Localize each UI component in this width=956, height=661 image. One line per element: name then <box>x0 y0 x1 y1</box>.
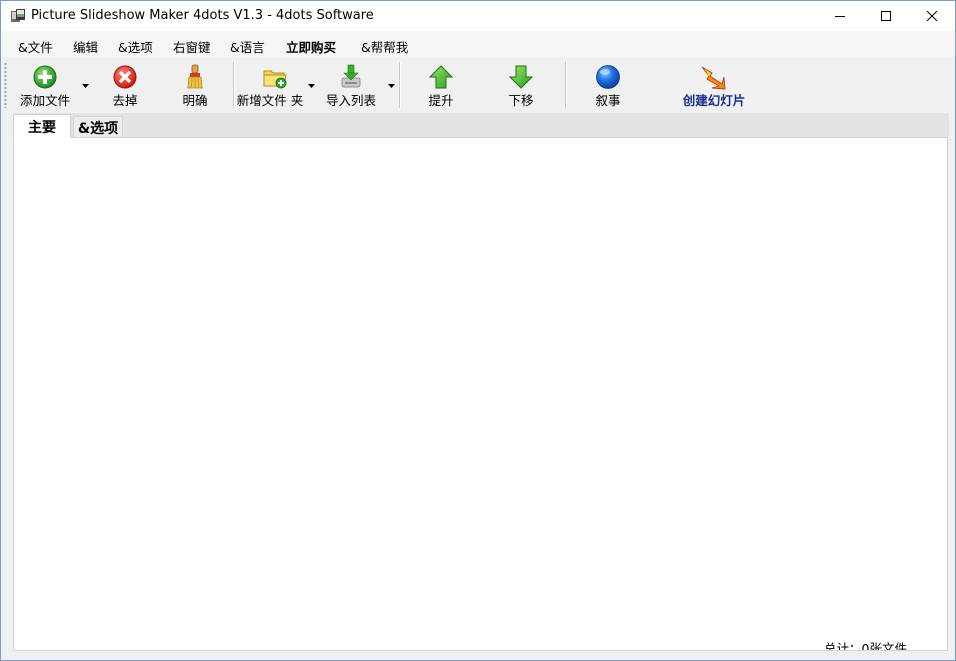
lightning-icon <box>701 66 726 90</box>
menu-language[interactable]: &语言 <box>230 37 265 56</box>
import-list-dropdown-icon[interactable] <box>388 84 395 88</box>
broom-icon <box>187 64 203 89</box>
add-files-dropdown-icon[interactable] <box>82 84 89 88</box>
app-window: Picture Slideshow Maker 4dots V1.3 - 4do… <box>0 0 956 661</box>
menu-bar: &文件 编辑 &选项 右窗键 &语言 立即购买 &帮帮我 <box>1 31 955 57</box>
tab-strip: 主要 &选项 <box>13 113 949 138</box>
toolbar-separator <box>233 62 235 108</box>
remove-red-icon <box>113 65 137 89</box>
add-folder-dropdown-icon[interactable] <box>308 84 315 88</box>
window-title: Picture Slideshow Maker 4dots V1.3 - 4do… <box>31 8 374 23</box>
move-up-button[interactable]: 提升 <box>412 62 470 110</box>
remove-label: 去掉 <box>112 93 138 108</box>
menu-file[interactable]: &文件 <box>18 37 53 56</box>
close-button[interactable] <box>909 1 955 31</box>
tab-main[interactable]: 主要 <box>13 114 71 138</box>
app-logo-icon <box>10 8 26 24</box>
minimize-icon <box>835 16 845 17</box>
move-down-button[interactable]: 下移 <box>492 62 550 110</box>
maximize-button[interactable] <box>863 1 909 31</box>
move-down-label: 下移 <box>508 93 534 108</box>
create-slideshow-button[interactable]: 创建幻灯片 <box>673 62 755 110</box>
narration-button[interactable]: 叙事 <box>579 62 637 110</box>
tab-options[interactable]: &选项 <box>73 116 123 137</box>
toolbar: 添加文件 去掉 明确 新增文件 夹 导入列表 提升 下移 叙事 创建幻灯片 <box>1 58 955 113</box>
arrow-up-icon <box>428 65 454 89</box>
toolbar-grip[interactable] <box>4 62 7 108</box>
clear-label: 明确 <box>182 93 208 108</box>
remove-button[interactable]: 去掉 <box>97 62 153 110</box>
import-list-button[interactable]: 导入列表 <box>319 62 383 110</box>
file-list-panel[interactable]: 总计：0张文件 <box>13 137 948 651</box>
maximize-icon <box>881 11 891 21</box>
add-folder-button[interactable]: 新增文件 夹 <box>236 62 304 110</box>
blue-orb-icon <box>596 65 620 89</box>
import-icon <box>341 64 361 88</box>
menu-buy-now[interactable]: 立即购买 <box>286 37 336 56</box>
folder-add-icon <box>263 70 287 89</box>
menu-edit[interactable]: 编辑 <box>73 37 98 56</box>
add-files-label: 添加文件 <box>19 93 70 108</box>
menu-context[interactable]: 右窗键 <box>173 37 211 56</box>
move-up-label: 提升 <box>428 93 454 108</box>
create-slideshow-label: 创建幻灯片 <box>682 93 746 108</box>
menu-options[interactable]: &选项 <box>118 37 153 56</box>
add-files-button[interactable]: 添加文件 <box>15 62 75 110</box>
minimize-button[interactable] <box>817 1 863 31</box>
toolbar-separator <box>399 62 401 108</box>
toolbar-separator <box>565 62 567 108</box>
import-list-label: 导入列表 <box>325 93 376 108</box>
close-icon <box>927 11 937 21</box>
clear-button[interactable]: 明确 <box>167 62 223 110</box>
narration-label: 叙事 <box>595 93 621 108</box>
menu-help[interactable]: &帮帮我 <box>361 37 408 56</box>
title-bar[interactable]: Picture Slideshow Maker 4dots V1.3 - 4do… <box>1 1 955 31</box>
arrow-down-icon <box>508 65 534 89</box>
add-green-icon <box>33 65 57 89</box>
add-folder-label: 新增文件 夹 <box>236 93 304 108</box>
status-total-files: 总计：0张文件 <box>824 641 907 651</box>
